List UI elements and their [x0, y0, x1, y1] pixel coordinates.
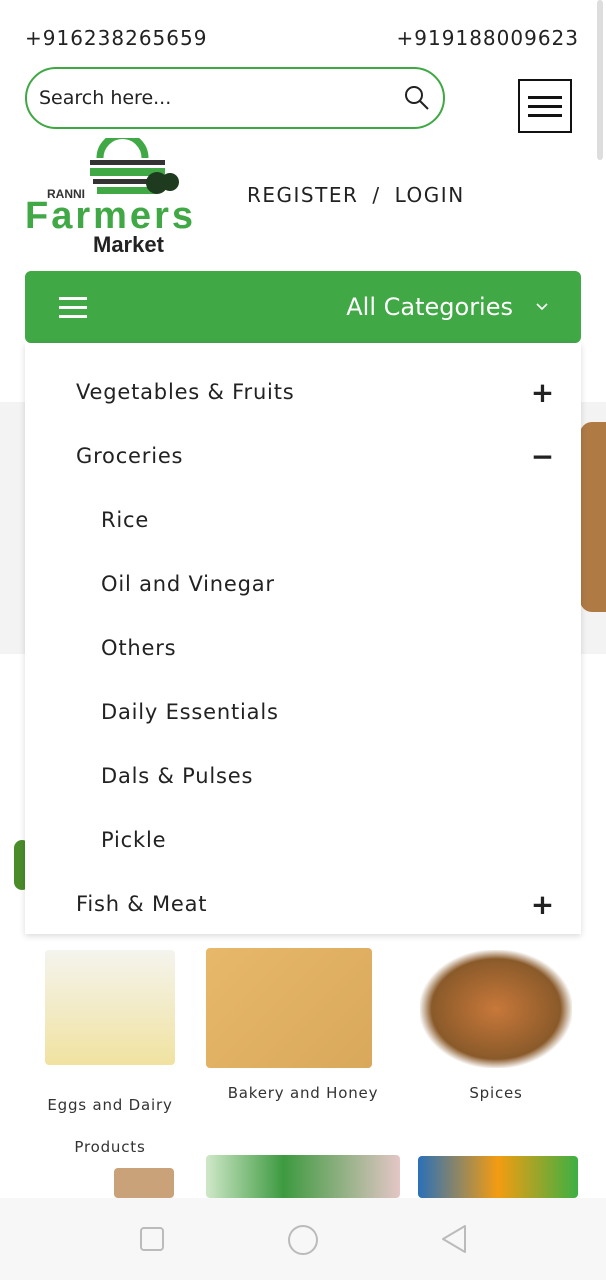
subcategory-daily-essentials[interactable]: Daily Essentials	[25, 692, 581, 732]
tile-label: Products	[74, 1138, 146, 1156]
category-label: Groceries	[76, 444, 184, 468]
logo[interactable]: RANNI Farmers Market	[25, 132, 195, 257]
svg-text:Market: Market	[93, 232, 165, 256]
auth-separator: /	[372, 183, 381, 207]
spices-image[interactable]	[420, 950, 572, 1068]
tile-spices[interactable]: Spices	[420, 1084, 572, 1102]
subcategory-oil-vinegar[interactable]: Oil and Vinegar	[25, 564, 581, 604]
main-menu-button[interactable]	[518, 79, 572, 133]
auth-links: REGISTER / LOGIN	[247, 183, 465, 207]
chevron-down-icon	[536, 303, 548, 311]
home-icon[interactable]	[287, 1224, 319, 1256]
hamburger-icon[interactable]	[59, 296, 87, 318]
beverages-image[interactable]	[418, 1156, 578, 1198]
bakery-honey-image[interactable]	[206, 948, 372, 1068]
login-link[interactable]: LOGIN	[395, 183, 465, 207]
recent-apps-icon[interactable]	[139, 1226, 165, 1252]
category-label: Fish & Meat	[76, 892, 208, 916]
category-groceries[interactable]: Groceries −	[25, 436, 581, 476]
search-box	[25, 67, 445, 129]
page-scrollbar[interactable]	[597, 0, 603, 160]
categories-dropdown: Vegetables & Fruits + Groceries − Rice Oil…	[25, 343, 581, 934]
expand-icon[interactable]: +	[531, 888, 555, 921]
search-icon[interactable]	[403, 84, 431, 112]
back-icon[interactable]	[440, 1224, 468, 1254]
search-input[interactable]	[39, 87, 403, 109]
all-categories-bar[interactable]: All Categories	[25, 271, 581, 343]
tile-label: Eggs and Dairy	[47, 1096, 173, 1114]
category-fish-meat[interactable]: Fish & Meat +	[25, 884, 581, 924]
subcategory-dals-pulses[interactable]: Dals & Pulses	[25, 756, 581, 796]
pet-products-image[interactable]	[114, 1168, 174, 1198]
subcategory-rice[interactable]: Rice	[25, 500, 581, 540]
subcategory-others[interactable]: Others	[25, 628, 581, 668]
expand-icon[interactable]: +	[531, 376, 555, 409]
tile-eggs-dairy[interactable]: Eggs and Dairy Products	[20, 1084, 200, 1168]
all-categories-label: All Categories	[346, 293, 513, 321]
tile-bakery-honey[interactable]: Bakery and Honey	[206, 1084, 400, 1102]
register-link[interactable]: REGISTER	[247, 183, 358, 207]
collapse-icon[interactable]: −	[531, 440, 555, 473]
phone-number-1[interactable]: +916238265659	[25, 26, 207, 50]
android-nav-bar	[0, 1198, 606, 1280]
eggs-dairy-image[interactable]	[45, 950, 175, 1065]
organic-image[interactable]	[206, 1155, 400, 1198]
subcategory-pickle[interactable]: Pickle	[25, 820, 581, 860]
phone-number-2[interactable]: +919188009623	[397, 26, 579, 50]
svg-text:Farmers: Farmers	[25, 195, 193, 237]
category-vegetables-fruits[interactable]: Vegetables & Fruits +	[25, 372, 581, 412]
category-label: Vegetables & Fruits	[76, 380, 295, 404]
